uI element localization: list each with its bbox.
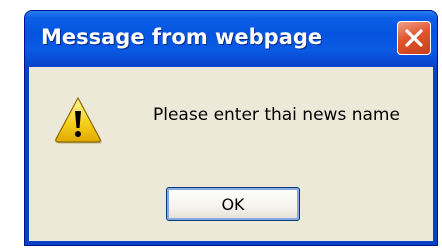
- warning-icon: [55, 96, 102, 144]
- close-button[interactable]: [397, 21, 431, 55]
- ok-button[interactable]: OK: [166, 187, 300, 221]
- title-bar[interactable]: Message from webpage: [25, 11, 437, 67]
- alert-dialog: Message from webpage Please enter thai n…: [24, 10, 438, 246]
- dialog-title: Message from webpage: [41, 25, 323, 49]
- dialog-message: Please enter thai news name: [153, 105, 400, 125]
- dialog-body: Please enter thai news name OK: [29, 67, 433, 241]
- close-icon: [405, 29, 423, 47]
